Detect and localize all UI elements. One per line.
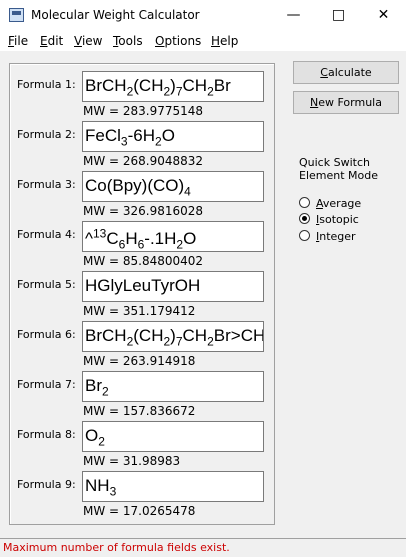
formula-6-label: Formula 6: <box>17 328 76 341</box>
mode-average-rest: verage <box>322 197 362 210</box>
formula-9-text: NH3 <box>85 476 117 499</box>
app-icon <box>9 8 24 22</box>
formula-2-mw: MW = 268.9048832 <box>83 154 204 168</box>
formula-1-text: BrCH2(CH2)7CH2Br <box>85 76 231 99</box>
formula-5-mw: MW = 351.179412 <box>83 304 196 318</box>
menu-file[interactable]: File <box>8 34 28 48</box>
new-formula-accel: N <box>310 96 319 109</box>
title-bar: Molecular Weight Calculator — □ ✕ <box>0 0 406 31</box>
formula-1-mw: MW = 283.9775148 <box>83 104 204 118</box>
formula-3-text: Co(Bpy)(CO)4 <box>85 176 191 199</box>
radio-isotopic-icon <box>299 213 310 224</box>
menu-view-rest: iew <box>81 34 103 48</box>
mode-average-radio[interactable]: Average <box>299 197 361 210</box>
calculate-accel: C <box>320 66 328 79</box>
new-formula-rest: ew Formula <box>318 96 382 109</box>
formula-9-label: Formula 9: <box>17 478 76 491</box>
formula-8-mw: MW = 31.98983 <box>83 454 181 468</box>
menu-bar: File Edit View Tools Options Help <box>0 31 406 51</box>
formula-1-label: Formula 1: <box>17 78 76 91</box>
menu-tools[interactable]: Tools <box>113 34 143 48</box>
formula-6-mw: MW = 263.914918 <box>83 354 196 368</box>
menu-options[interactable]: Options <box>155 34 201 48</box>
formula-8-input[interactable]: O2 <box>82 421 264 452</box>
formula-7-label: Formula 7: <box>17 378 76 391</box>
minimize-button[interactable]: — <box>271 0 316 30</box>
formula-4-input[interactable]: ^13C6H6-.1H2O <box>82 221 264 252</box>
menu-view-accel: V <box>74 34 82 48</box>
radio-integer-icon <box>299 230 310 241</box>
formula-9-mw: MW = 17.0265478 <box>83 504 196 518</box>
formula-9-input[interactable]: NH3 <box>82 471 264 502</box>
formula-2-text: FeCl3-6H2O <box>85 126 175 149</box>
menu-tools-rest: ools <box>118 34 143 48</box>
radio-average-icon <box>299 197 310 208</box>
formula-1-input[interactable]: BrCH2(CH2)7CH2Br <box>82 71 264 102</box>
formula-5-label: Formula 5: <box>17 278 76 291</box>
formula-2-label: Formula 2: <box>17 128 76 141</box>
status-bar: Maximum number of formula fields exist. <box>0 538 406 557</box>
formula-2-input[interactable]: FeCl3-6H2O <box>82 121 264 152</box>
mode-integer-radio[interactable]: Integer <box>299 230 356 243</box>
menu-help-accel: H <box>211 34 221 48</box>
formula-7-input[interactable]: Br2 <box>82 371 264 402</box>
formula-6-text: BrCH2(CH2)7CH2Br>CH8 <box>85 326 264 349</box>
formula-7-text: Br2 <box>85 376 109 399</box>
maximize-button[interactable]: □ <box>316 0 361 30</box>
menu-edit-accel: E <box>40 34 48 48</box>
formula-8-label: Formula 8: <box>17 428 76 441</box>
quick-switch-label: Quick Switch Element Mode <box>299 156 378 182</box>
mode-average-accel: A <box>316 197 323 210</box>
menu-help[interactable]: Help <box>211 34 238 48</box>
menu-edit-rest: dit <box>47 34 64 48</box>
calculate-rest: alculate <box>327 66 372 79</box>
formula-4-mw: MW = 85.84800402 <box>83 254 204 268</box>
status-text: Maximum number of formula fields exist. <box>3 541 230 554</box>
window-title: Molecular Weight Calculator <box>31 8 200 22</box>
mode-integer-rest: nteger <box>319 230 356 243</box>
formula-3-mw: MW = 326.9816028 <box>83 204 204 218</box>
menu-edit[interactable]: Edit <box>40 34 63 48</box>
close-button[interactable]: ✕ <box>361 0 406 30</box>
quick-switch-line2: Element Mode <box>299 169 379 182</box>
formula-4-text: ^13C6H6-.1H2O <box>85 226 197 252</box>
formula-7-mw: MW = 157.836672 <box>83 404 196 418</box>
formula-3-label: Formula 3: <box>17 178 76 191</box>
mode-isotopic-rest: sotopic <box>319 213 359 226</box>
menu-view[interactable]: View <box>74 34 102 48</box>
formula-4-label: Formula 4: <box>17 228 76 241</box>
formula-5-text: HGlyLeuTyrOH <box>85 276 201 295</box>
formula-5-input[interactable]: HGlyLeuTyrOH <box>82 271 264 302</box>
new-formula-button[interactable]: New Formula <box>293 91 399 114</box>
mode-isotopic-radio[interactable]: Isotopic <box>299 213 359 226</box>
menu-help-rest: elp <box>220 34 239 48</box>
quick-switch-line1: Quick Switch <box>299 156 370 169</box>
formula-3-input[interactable]: Co(Bpy)(CO)4 <box>82 171 264 202</box>
formula-8-text: O2 <box>85 426 105 449</box>
calculate-button[interactable]: Calculate <box>293 61 399 84</box>
menu-options-rest: ptions <box>164 34 202 48</box>
formula-6-input[interactable]: BrCH2(CH2)7CH2Br>CH8 <box>82 321 264 352</box>
menu-file-rest: ile <box>14 34 29 48</box>
